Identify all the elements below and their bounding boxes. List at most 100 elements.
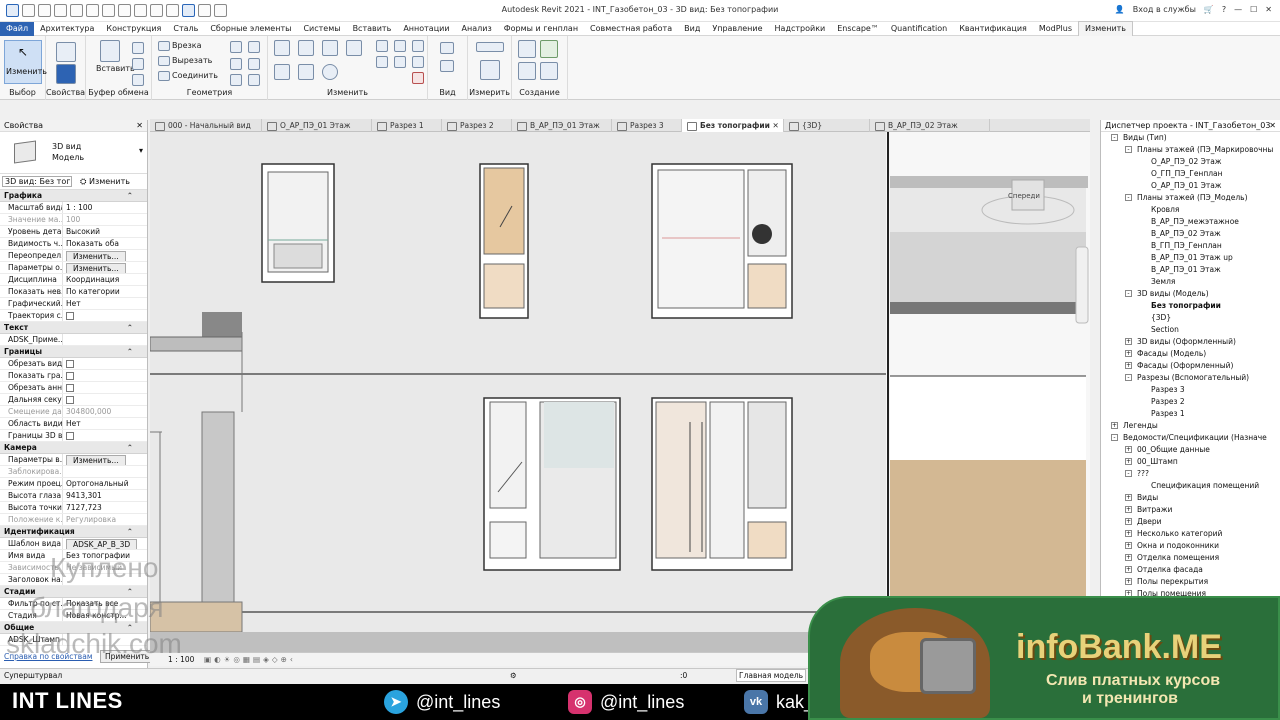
property-value[interactable] — [62, 466, 147, 477]
browser-node[interactable]: - Виды (Тип) — [1101, 132, 1280, 144]
ribbon-tab[interactable]: Системы — [297, 22, 346, 36]
browser-node[interactable]: + Двери — [1101, 516, 1280, 528]
cart-icon[interactable]: 🛒 — [1204, 5, 1214, 14]
collapse-icon[interactable]: - — [1125, 374, 1132, 381]
browser-node[interactable]: В_АР_ПЭ_02 Этаж — [1101, 228, 1280, 240]
array-icon[interactable] — [376, 56, 388, 68]
linework-icon[interactable] — [440, 60, 454, 72]
browser-node[interactable]: Кровля — [1101, 204, 1280, 216]
split-face-icon[interactable] — [230, 41, 242, 53]
property-value[interactable]: Изменить... — [62, 262, 147, 273]
property-edit-button[interactable]: Изменить... — [66, 455, 126, 465]
view-tab[interactable]: О_АР_ПЭ_01 Этаж — [262, 119, 372, 132]
create-group-icon[interactable] — [518, 62, 536, 80]
browser-node[interactable]: {3D} — [1101, 312, 1280, 324]
browser-node[interactable]: + Полы перекрытия — [1101, 576, 1280, 588]
unpin-icon[interactable] — [412, 56, 424, 68]
worksets-icon[interactable]: ⚙ — [510, 669, 517, 683]
copy-icon[interactable] — [132, 58, 144, 70]
view-tab[interactable]: Разрез 3 — [612, 119, 682, 132]
property-edit-button[interactable]: Изменить... — [66, 251, 126, 261]
close-browser-icon[interactable]: ✕ — [1269, 120, 1276, 132]
browser-node[interactable]: + Легенды — [1101, 420, 1280, 432]
type-selector[interactable]: 3D вид Модель ▾ — [0, 132, 147, 174]
expand-icon[interactable]: + — [1125, 518, 1132, 525]
expand-icon[interactable]: + — [1125, 542, 1132, 549]
maximize-icon[interactable]: ☐ — [1250, 5, 1257, 14]
property-value[interactable]: По категории — [62, 286, 147, 297]
ribbon-tab[interactable]: Вид — [678, 22, 706, 36]
expand-icon[interactable]: + — [1125, 566, 1132, 573]
ribbon-tab[interactable]: Сборные элементы — [204, 22, 297, 36]
property-value[interactable] — [62, 310, 147, 321]
ribbon-tab[interactable]: Надстройки — [769, 22, 832, 36]
trim-icon[interactable] — [376, 40, 388, 52]
property-checkbox[interactable] — [66, 432, 74, 440]
join-label[interactable]: Соединить — [172, 71, 218, 80]
property-value[interactable]: Нет — [62, 298, 147, 309]
browser-node[interactable]: + Фасады (Модель) — [1101, 348, 1280, 360]
property-value[interactable] — [62, 358, 147, 369]
property-value[interactable]: Высокий — [62, 226, 147, 237]
modify-button[interactable]: ↖ Изменить — [4, 40, 47, 84]
expand-icon[interactable]: + — [1125, 458, 1132, 465]
join-icon[interactable] — [158, 71, 170, 81]
ribbon-tab[interactable]: Сталь — [167, 22, 204, 36]
expand-icon[interactable]: + — [1125, 338, 1132, 345]
property-value[interactable]: Регулировка — [62, 514, 147, 525]
measure-between-icon[interactable] — [476, 42, 504, 52]
move-icon[interactable] — [274, 64, 290, 80]
view-tab[interactable]: Разрез 2 — [442, 119, 512, 132]
property-checkbox[interactable] — [66, 312, 74, 320]
browser-node[interactable]: В_АР_ПЭ_межэтажное — [1101, 216, 1280, 228]
dimension-tool-icon[interactable] — [480, 60, 500, 80]
paste-icon[interactable] — [100, 40, 120, 62]
align-icon[interactable] — [274, 40, 290, 56]
ribbon-tab[interactable]: Quantification — [885, 22, 953, 36]
property-edit-button[interactable]: Изменить... — [66, 263, 126, 273]
property-value[interactable]: Изменить... — [62, 250, 147, 261]
unjoin-icon[interactable] — [230, 74, 242, 86]
ribbon-tab[interactable]: Аннотации — [397, 22, 455, 36]
ribbon-tab[interactable]: Enscape™ — [831, 22, 885, 36]
signin-link[interactable]: Вход в службы — [1133, 5, 1196, 14]
browser-node[interactable]: О_ГП_ПЭ_Генплан — [1101, 168, 1280, 180]
ribbon-tab[interactable]: Изменить — [1078, 21, 1134, 36]
ribbon-tab[interactable]: Архитектура — [34, 22, 100, 36]
browser-node[interactable]: - Планы этажей (ПЭ_Модель) — [1101, 192, 1280, 204]
view-control-icons[interactable]: ▣◐☀◎▦▤◈◇⊕‹ — [204, 653, 296, 667]
browser-node[interactable]: - Ведомости/Спецификации (Назначе — [1101, 432, 1280, 444]
scale-icon[interactable] — [394, 56, 406, 68]
browser-node[interactable]: + Виды — [1101, 492, 1280, 504]
viewcube-label[interactable]: Спереди — [1008, 192, 1040, 200]
browser-node[interactable]: Разрез 2 — [1101, 396, 1280, 408]
offset-icon[interactable] — [298, 40, 314, 56]
property-value[interactable]: 9413,301 — [62, 490, 147, 501]
expand-icon[interactable]: + — [1125, 446, 1132, 453]
view-tab[interactable]: Разрез 1 — [372, 119, 442, 132]
browser-node[interactable]: -??? — [1101, 468, 1280, 480]
wall-joins-icon[interactable] — [230, 58, 242, 70]
property-value[interactable]: Ортогональный — [62, 478, 147, 489]
collapse-icon[interactable]: - — [1125, 290, 1132, 297]
browser-node[interactable]: + Фасады (Оформленный) — [1101, 360, 1280, 372]
create-assembly-icon[interactable] — [518, 40, 536, 58]
create-similar-icon[interactable] — [540, 62, 558, 80]
ribbon-tab[interactable]: Квантификация — [953, 22, 1033, 36]
ribbon-tab[interactable]: Совместная работа — [584, 22, 678, 36]
view-tab[interactable]: В_АР_ПЭ_01 Этаж — [512, 119, 612, 132]
property-value[interactable]: Показать оба — [62, 238, 147, 249]
expand-icon[interactable]: + — [1125, 350, 1132, 357]
browser-node[interactable]: +00_Штамп — [1101, 456, 1280, 468]
user-icon[interactable]: 👤 — [1115, 5, 1125, 14]
close-tab-icon[interactable]: ✕ — [770, 121, 779, 130]
view-tab[interactable]: Без топографии ✕ — [682, 119, 784, 132]
expand-icon[interactable]: + — [1111, 422, 1118, 429]
property-value[interactable] — [62, 370, 147, 381]
expand-icon[interactable]: + — [1125, 494, 1132, 501]
property-value[interactable]: 304800,000 — [62, 406, 147, 417]
close-properties-icon[interactable]: ✕ — [136, 120, 143, 132]
property-value[interactable]: Нет — [62, 418, 147, 429]
match-properties-icon[interactable] — [132, 74, 144, 86]
browser-node[interactable]: В_ГП_ПЭ_Генплан — [1101, 240, 1280, 252]
